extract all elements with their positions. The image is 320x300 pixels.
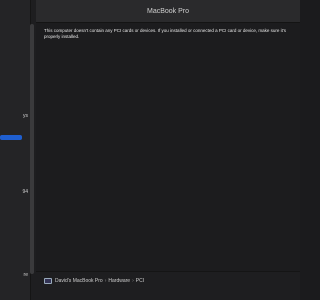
sidebar-item-2[interactable]: 94 xyxy=(0,188,30,196)
breadcrumb-separator: › xyxy=(132,278,134,284)
computer-icon xyxy=(44,278,52,284)
sidebar-scrollbar[interactable] xyxy=(30,24,34,274)
system-information-window: ys 94 re MacBook Pro This computer doesn… xyxy=(0,0,300,300)
sidebar-item-3[interactable]: re xyxy=(0,271,30,279)
sidebar-item-1[interactable]: ys xyxy=(0,112,30,120)
breadcrumb-hardware[interactable]: Hardware xyxy=(108,278,130,284)
titlebar: MacBook Pro xyxy=(36,0,300,23)
no-pci-devices-message: This computer doesn’t contain any PCI ca… xyxy=(44,28,287,39)
sidebar-item-label: 94 xyxy=(22,189,28,195)
breadcrumb-computer[interactable]: David’s MacBook Pro xyxy=(55,278,103,284)
detail-pane: This computer doesn’t contain any PCI ca… xyxy=(36,23,300,271)
breadcrumb-separator: › xyxy=(104,278,107,284)
breadcrumb-pci[interactable]: PCI xyxy=(136,278,144,284)
sidebar-item-selected[interactable] xyxy=(0,135,22,140)
sidebar: ys 94 re xyxy=(0,0,31,300)
window-title: MacBook Pro xyxy=(146,7,190,15)
sidebar-item-label: re xyxy=(23,272,28,278)
path-bar: David’s MacBook Pro › Hardware › PCI xyxy=(36,271,300,290)
sidebar-item-label: ys xyxy=(23,113,28,119)
